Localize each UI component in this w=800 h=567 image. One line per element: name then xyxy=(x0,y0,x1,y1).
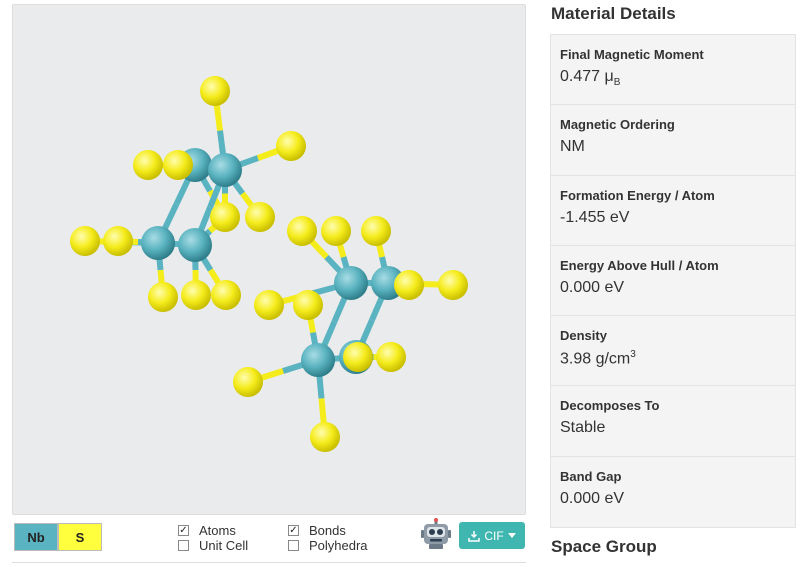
unit-cell-option[interactable]: Unit Cell xyxy=(178,538,248,553)
property-value-superscript: 3 xyxy=(630,349,636,361)
space-group-title: Space Group xyxy=(551,537,657,556)
s-atom xyxy=(181,280,211,310)
property-value: 3.98 g/cm3 xyxy=(560,349,795,368)
bonds-label: Bonds xyxy=(309,523,346,538)
property-row: Final Magnetic Moment 0.477 μB xyxy=(551,35,795,106)
polyhedra-label: Polyhedra xyxy=(309,538,368,553)
nb-atom xyxy=(178,228,212,262)
structure-viewer[interactable] xyxy=(12,4,526,515)
s-atom xyxy=(321,216,351,246)
property-label: Formation Energy / Atom xyxy=(560,187,715,203)
robot-icon[interactable] xyxy=(420,518,452,550)
s-atom xyxy=(200,76,230,106)
atoms-label: Atoms xyxy=(199,523,236,538)
polyhedra-option[interactable]: Polyhedra xyxy=(288,538,368,553)
property-value-text: -1.455 eV xyxy=(560,208,630,226)
material-details-list: Final Magnetic Moment 0.477 μB Magnetic Or… xyxy=(550,34,796,529)
s-atom xyxy=(211,280,241,310)
bonds-layer xyxy=(84,90,454,438)
legend-s[interactable]: S xyxy=(58,523,102,551)
s-atom xyxy=(438,270,468,300)
s-atom xyxy=(361,216,391,246)
property-row: Formation Energy / Atom -1.455 eV xyxy=(551,176,795,246)
s-atom xyxy=(70,226,100,256)
s-atom xyxy=(133,150,163,180)
property-value: Stable xyxy=(560,419,795,437)
property-label: Energy Above Hull / Atom xyxy=(560,257,719,273)
s-atom xyxy=(233,367,263,397)
property-value-text: 3.98 g/cm xyxy=(560,350,631,368)
legend-s-label: S xyxy=(75,529,85,545)
cif-label: CIF xyxy=(484,528,504,543)
property-row: Decomposes To Stable xyxy=(551,386,795,457)
property-value: 0.000 eV xyxy=(560,490,795,508)
material-details-title: Material Details xyxy=(551,4,676,23)
s-atom xyxy=(394,270,424,300)
caret-down-icon xyxy=(507,532,516,538)
property-row: Energy Above Hull / Atom 0.000 eV xyxy=(551,246,795,317)
nb-atom xyxy=(141,226,175,260)
property-value: 0.000 eV xyxy=(560,279,795,297)
property-label: Decomposes To xyxy=(560,398,660,414)
atoms-option[interactable]: ✓ Atoms xyxy=(178,523,236,538)
s-atom xyxy=(376,342,406,372)
nb-atom xyxy=(208,153,242,187)
property-label: Density xyxy=(560,328,607,344)
cif-download-button[interactable]: CIF xyxy=(459,522,525,549)
download-icon xyxy=(468,530,481,542)
bonds-checkbox[interactable]: ✓ xyxy=(288,525,299,536)
unit-cell-checkbox[interactable] xyxy=(178,540,189,551)
s-atom xyxy=(163,150,193,180)
nb-atom xyxy=(301,343,335,377)
property-row: Band Gap 0.000 eV xyxy=(551,457,795,527)
property-value-text: 0.000 eV xyxy=(560,278,625,296)
s-atom xyxy=(287,216,317,246)
property-value-subscript: B xyxy=(613,77,621,89)
property-value: -1.455 eV xyxy=(560,209,795,227)
s-atom xyxy=(310,422,340,452)
property-label: Band Gap xyxy=(560,468,622,484)
crystal-structure-render[interactable] xyxy=(13,5,527,516)
element-legend: Nb S xyxy=(14,523,102,551)
property-row: Density 3.98 g/cm3 xyxy=(551,316,795,387)
s-atom xyxy=(103,226,133,256)
property-label: Magnetic Ordering xyxy=(560,117,675,133)
unit-cell-label: Unit Cell xyxy=(199,538,249,553)
bonds-option[interactable]: ✓ Bonds xyxy=(288,523,346,538)
s-atom xyxy=(245,202,275,232)
s-atom xyxy=(254,290,284,320)
s-atom xyxy=(343,342,373,372)
s-atom xyxy=(210,202,240,232)
polyhedra-checkbox[interactable] xyxy=(288,540,299,551)
property-label: Final Magnetic Moment xyxy=(560,47,704,62)
legend-nb-label: Nb xyxy=(27,529,45,545)
legend-nb[interactable]: Nb xyxy=(14,523,58,551)
property-value-text: 0.000 eV xyxy=(560,489,625,507)
property-value: NM xyxy=(560,138,795,156)
property-row: Magnetic Ordering NM xyxy=(551,105,795,176)
property-value-text: 0.477 μ xyxy=(560,68,614,85)
nb-atom xyxy=(334,266,368,300)
s-atom xyxy=(276,131,306,161)
property-value: 0.477 μB xyxy=(560,68,795,88)
divider xyxy=(12,562,526,563)
s-atom xyxy=(148,282,178,312)
s-atom xyxy=(293,290,323,320)
atoms-checkbox[interactable]: ✓ xyxy=(178,525,189,536)
property-value-text: Stable xyxy=(560,419,606,437)
property-value-text: NM xyxy=(560,138,585,156)
